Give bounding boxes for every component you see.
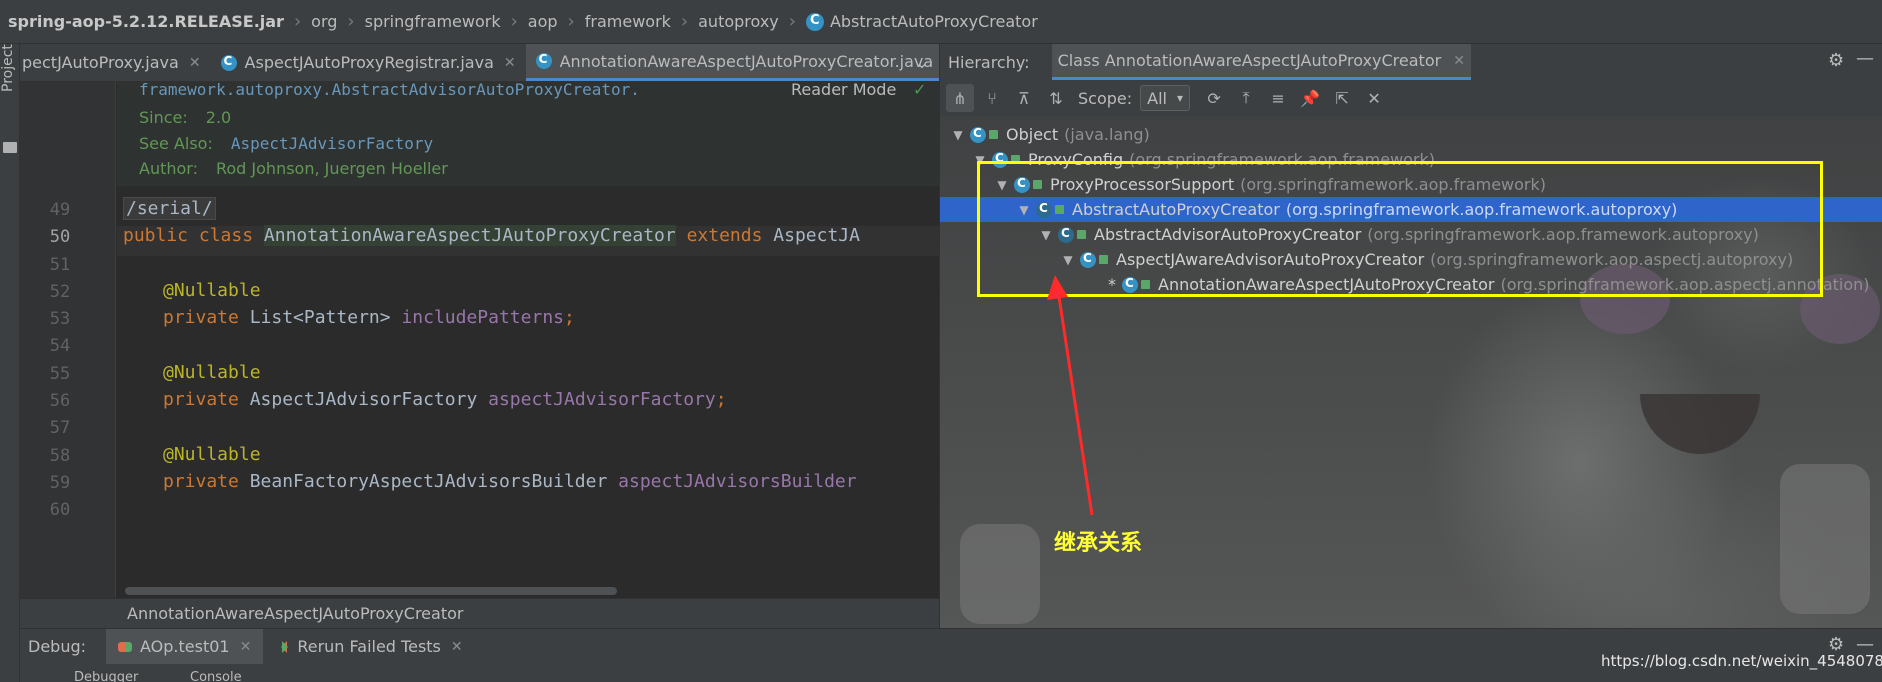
test-run-icon: [118, 640, 133, 654]
annotation-label: 继承关系: [1054, 531, 1143, 556]
debug-label: Debug:: [28, 637, 87, 656]
rerun-icon: [275, 640, 289, 654]
annotation-arrow: [1047, 275, 1094, 516]
debug-tab-label: Rerun Failed Tests: [297, 637, 441, 656]
close-icon[interactable]: ✕: [240, 639, 252, 655]
console-tab[interactable]: Console: [190, 670, 242, 682]
debug-tab-rerun-failed[interactable]: Rerun Failed Tests ✕: [263, 629, 474, 665]
close-icon[interactable]: ✕: [451, 639, 463, 655]
debug-tab-label: AOp.test01: [140, 637, 230, 656]
watermark: https://blog.csdn.net/weixin_45480785: [1601, 652, 1882, 670]
debugger-tab[interactable]: Debugger: [74, 670, 138, 682]
debug-tab-aop-test01[interactable]: AOp.test01 ✕: [106, 628, 264, 665]
